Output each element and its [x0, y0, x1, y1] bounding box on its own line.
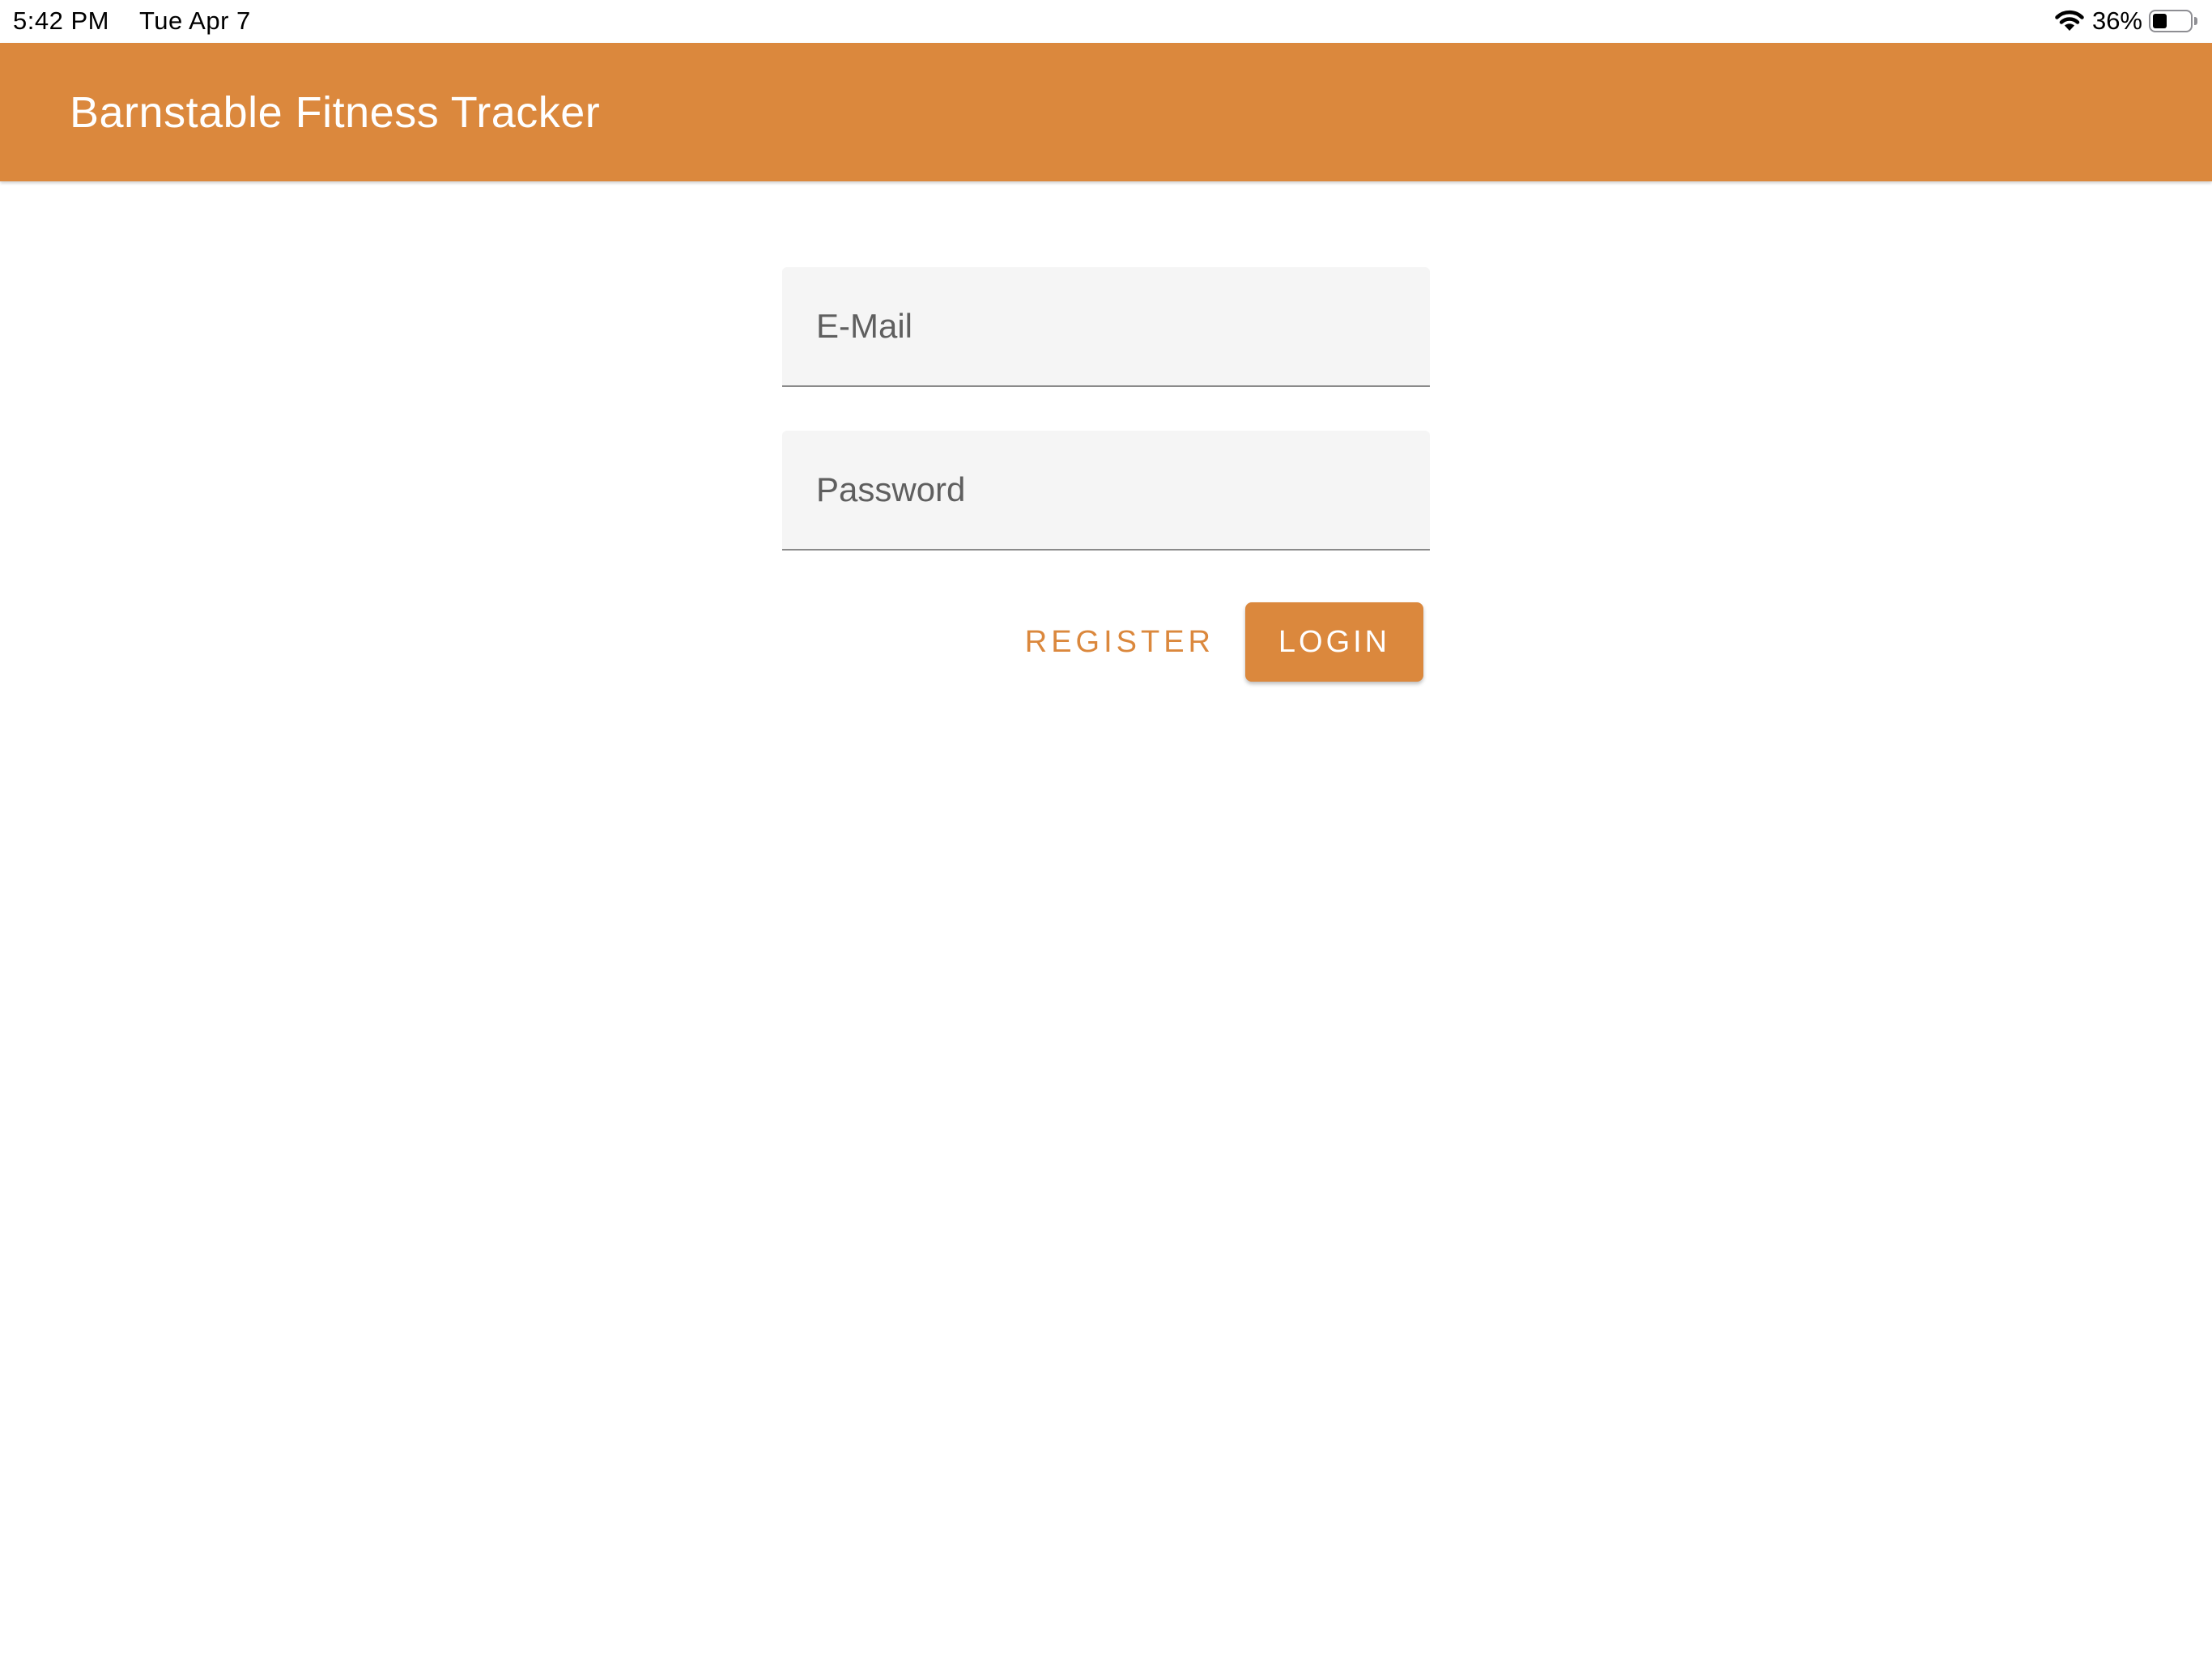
status-time: 5:42 PM: [13, 6, 109, 35]
status-date: Tue Apr 7: [139, 6, 251, 35]
battery-fill: [2153, 14, 2167, 28]
status-indicators: 36%: [2053, 5, 2199, 37]
app-bar: Barnstable Fitness Tracker: [0, 43, 2212, 181]
password-field-container: [782, 431, 1430, 551]
password-field[interactable]: [782, 431, 1430, 549]
login-form: REGISTER LOGIN: [782, 267, 1430, 682]
battery-icon: [2149, 9, 2199, 33]
login-button[interactable]: LOGIN: [1245, 602, 1423, 682]
email-field[interactable]: [782, 267, 1430, 385]
battery-percent: 36%: [2091, 6, 2142, 35]
register-button[interactable]: REGISTER: [1025, 609, 1214, 676]
battery-body: [2149, 10, 2193, 32]
form-actions: REGISTER LOGIN: [1025, 602, 1423, 682]
email-field-container: [782, 267, 1430, 387]
battery-tip: [2194, 17, 2197, 25]
app-title: Barnstable Fitness Tracker: [70, 87, 601, 137]
wifi-icon: [2053, 8, 2086, 34]
status-bar: 5:42 PM Tue Apr 7 36%: [0, 0, 2212, 43]
